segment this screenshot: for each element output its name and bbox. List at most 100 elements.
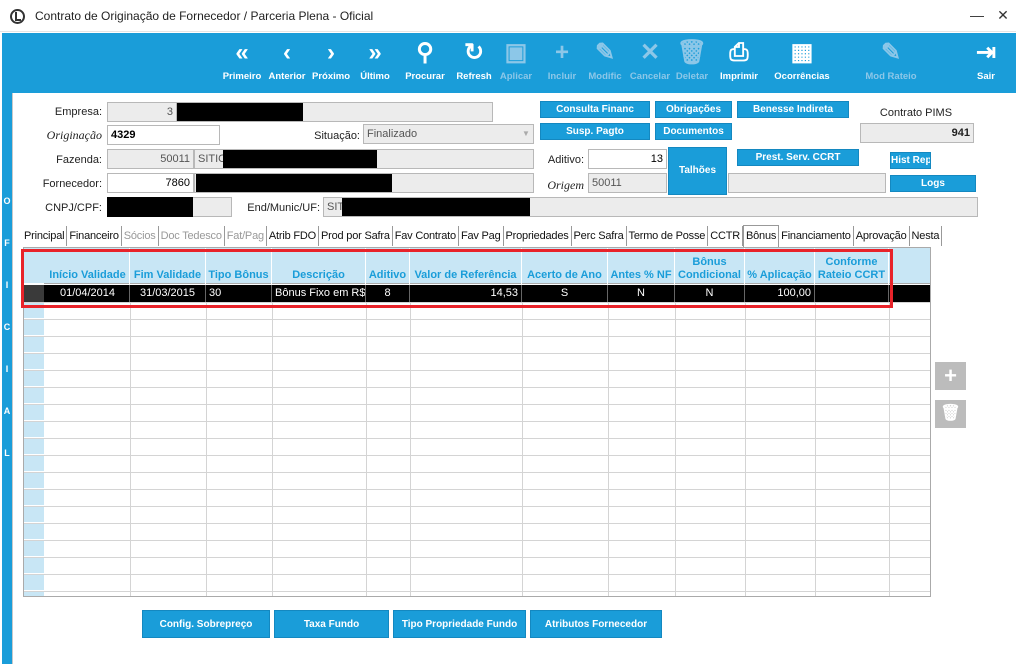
aplicar-button[interactable]: ▣ Aplicar bbox=[499, 33, 533, 93]
fornecedor-code-field[interactable]: 7860 bbox=[107, 173, 194, 193]
column-header-valor_ref[interactable]: Valor de Referência bbox=[410, 248, 522, 284]
cell-tipo[interactable]: 30 bbox=[206, 285, 272, 302]
cell-aditivo[interactable]: 8 bbox=[366, 285, 410, 302]
originacao-field[interactable]: 4329 bbox=[107, 125, 220, 145]
prest-serv-ccrt-button[interactable]: Prest. Serv. CCRT bbox=[737, 149, 859, 166]
add-row-button[interactable]: + bbox=[935, 362, 966, 390]
tab-bonus[interactable]: Bônus bbox=[742, 225, 780, 247]
minimize-button[interactable]: — bbox=[966, 4, 988, 26]
hist-repr-button[interactable]: Hist Repr bbox=[890, 152, 931, 169]
tab-fat-pag[interactable]: Fat/Pag bbox=[225, 226, 267, 246]
procurar-button[interactable]: ⚲ Procurar bbox=[402, 33, 448, 93]
deletar-button[interactable]: 🗑 Deletar bbox=[674, 33, 710, 93]
column-header-aplicacao[interactable]: % Aplicação bbox=[745, 248, 815, 284]
row-selector[interactable] bbox=[24, 388, 44, 404]
atributos-fornecedor-button[interactable]: Atributos Fornecedor bbox=[530, 610, 662, 638]
row-selector[interactable] bbox=[24, 285, 44, 302]
tab-perc-safra[interactable]: Perc Safra bbox=[572, 226, 627, 246]
row-selector[interactable] bbox=[24, 405, 44, 421]
situacao-select[interactable]: Finalizado bbox=[363, 124, 534, 144]
cell-fim[interactable]: 31/03/2015 bbox=[130, 285, 206, 302]
ultimo-button[interactable]: » Último bbox=[355, 33, 395, 93]
cell-valor_ref[interactable]: 14,53 bbox=[410, 285, 522, 302]
talhoes-button[interactable]: Talhões bbox=[668, 147, 727, 195]
row-selector[interactable] bbox=[24, 337, 44, 353]
empresa-field[interactable]: 3 bbox=[107, 102, 177, 122]
tipo-propriedade-fundo-button[interactable]: Tipo Propriedade Fundo bbox=[393, 610, 526, 638]
config-sobrepreco-button[interactable]: Config. Sobrepreço bbox=[142, 610, 270, 638]
modific-button[interactable]: ✎ Modific bbox=[587, 33, 623, 93]
tab-cctr[interactable]: CCTR bbox=[708, 226, 743, 246]
taxa-fundo-button[interactable]: Taxa Fundo bbox=[274, 610, 389, 638]
proximo-button[interactable]: › Próximo bbox=[309, 33, 353, 93]
column-header-inicio[interactable]: Início Validade bbox=[46, 248, 130, 284]
tab-financiamento[interactable]: Financiamento bbox=[779, 226, 854, 246]
benesse-indireta-button[interactable]: Benesse Indireta bbox=[737, 101, 849, 118]
column-header-aditivo[interactable]: Aditivo bbox=[366, 248, 410, 284]
tab-termo-de-posse[interactable]: Termo de Posse bbox=[627, 226, 709, 246]
table-row[interactable]: 01/04/2014 31/03/2015 30 Bônus Fixo em R$ 8 1… bbox=[24, 285, 930, 302]
cell-bonus_cond[interactable]: N bbox=[675, 285, 745, 302]
cell-acerto[interactable]: S bbox=[522, 285, 608, 302]
cancelar-button[interactable]: ✕ Cancelar bbox=[629, 33, 671, 93]
tab-fav-contrato[interactable]: Fav Contrato bbox=[393, 226, 459, 246]
tab-principal[interactable]: Principal bbox=[22, 226, 68, 246]
tab-doc-tedesco[interactable]: Doc Tedesco bbox=[159, 226, 225, 246]
contrato-pims-field[interactable]: 941 bbox=[860, 123, 974, 143]
cell-rateio[interactable] bbox=[815, 285, 889, 302]
row-selector[interactable] bbox=[24, 320, 44, 336]
column-header-rateio[interactable]: Conforme Rateio CCRT bbox=[815, 248, 889, 284]
row-selector[interactable] bbox=[24, 473, 44, 489]
logs-button[interactable]: Logs bbox=[890, 175, 976, 192]
refresh-button[interactable]: ↻ Refresh bbox=[454, 33, 494, 93]
sair-button[interactable]: ⇥ Sair bbox=[968, 33, 1004, 93]
susp-pagto-button[interactable]: Susp. Pagto bbox=[540, 123, 650, 140]
cell-inicio[interactable]: 01/04/2014 bbox=[46, 285, 130, 302]
tab-socios[interactable]: Sócios bbox=[122, 226, 159, 246]
imprimir-button[interactable]: ⎙ Imprimir bbox=[717, 33, 761, 93]
column-header-antes_nf[interactable]: Antes % NF bbox=[608, 248, 675, 284]
mod-rateio-button[interactable]: ✎ Mod Rateio bbox=[863, 33, 919, 93]
column-header-descricao[interactable]: Descrição bbox=[272, 248, 366, 284]
row-selector[interactable] bbox=[24, 524, 44, 540]
row-selector[interactable] bbox=[24, 558, 44, 574]
tab-fav-pag[interactable]: Fav Pag bbox=[459, 226, 504, 246]
row-selector[interactable] bbox=[24, 507, 44, 523]
chevron-down-icon[interactable]: ▼ bbox=[520, 126, 532, 142]
tab-aprovacao[interactable]: Aprovação bbox=[854, 226, 910, 246]
close-button[interactable]: ✕ bbox=[992, 4, 1014, 26]
anterior-button[interactable]: ‹ Anterior bbox=[265, 33, 309, 93]
tab-financeiro[interactable]: Financeiro bbox=[67, 226, 122, 246]
documentos-button[interactable]: Documentos bbox=[655, 123, 732, 140]
row-selector[interactable] bbox=[24, 541, 44, 557]
row-selector[interactable] bbox=[24, 439, 44, 455]
tab-nesta[interactable]: Nesta bbox=[910, 226, 943, 246]
aditivo-field[interactable]: 13 bbox=[588, 149, 667, 169]
row-selector[interactable] bbox=[24, 456, 44, 472]
obrigacoes-button[interactable]: Obrigações bbox=[655, 101, 732, 118]
row-selector[interactable] bbox=[24, 592, 44, 596]
row-selector[interactable] bbox=[24, 354, 44, 370]
row-selector[interactable] bbox=[24, 303, 44, 319]
ocorrencias-button[interactable]: ▦ Ocorrências bbox=[771, 33, 833, 93]
row-selector[interactable] bbox=[24, 490, 44, 506]
row-selector[interactable] bbox=[24, 371, 44, 387]
column-header-fim[interactable]: Fim Validade bbox=[130, 248, 206, 284]
cell-antes_nf[interactable]: N bbox=[608, 285, 675, 302]
row-selector[interactable] bbox=[24, 422, 44, 438]
incluir-button[interactable]: + Incluir bbox=[545, 33, 579, 93]
row-selector[interactable] bbox=[24, 575, 44, 591]
column-header-tipo[interactable]: Tipo Bônus bbox=[206, 248, 272, 284]
primeiro-button[interactable]: « Primeiro bbox=[220, 33, 264, 93]
column-header-acerto[interactable]: Acerto de Ano bbox=[522, 248, 608, 284]
cell-aplicacao[interactable]: 100,00 bbox=[745, 285, 815, 302]
tab-prod-por-safra[interactable]: Prod por Safra bbox=[319, 226, 393, 246]
tab-propriedades[interactable]: Propriedades bbox=[504, 226, 572, 246]
consulta-financ-button[interactable]: Consulta Financ bbox=[540, 101, 650, 118]
column-header-bonus_cond[interactable]: Bônus Condicional bbox=[675, 248, 745, 284]
cell-descricao[interactable]: Bônus Fixo em R$ bbox=[272, 285, 366, 302]
delete-row-button[interactable]: 🗑 bbox=[935, 400, 966, 428]
tab-atrib-fdo[interactable]: Atrib FDO bbox=[267, 226, 319, 246]
origem-field[interactable]: 50011 bbox=[588, 173, 667, 193]
fazenda-code-field[interactable]: 50011 bbox=[107, 149, 194, 169]
